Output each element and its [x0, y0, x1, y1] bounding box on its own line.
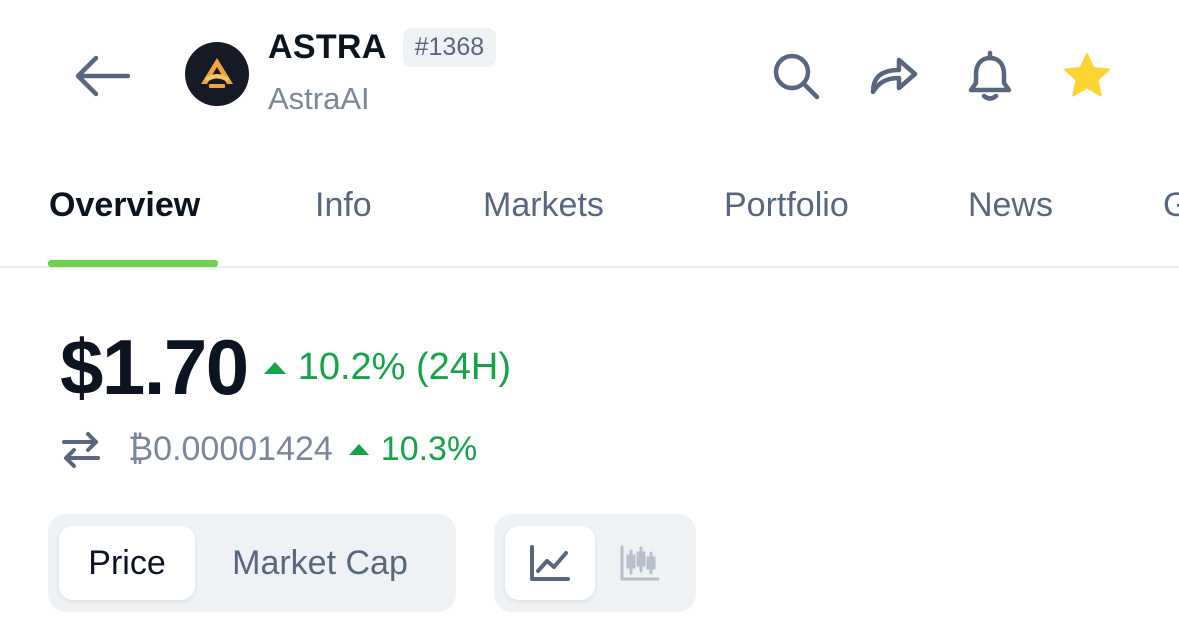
tab-info[interactable]: Info — [315, 186, 372, 225]
btc-change-value: 10.3% — [380, 429, 478, 468]
metric-toggle: Price Market Cap — [48, 514, 456, 612]
bell-icon — [968, 50, 1012, 101]
price-btc: ₿0.00001424 — [128, 429, 333, 468]
header-actions — [768, 48, 1115, 104]
tab-overview[interactable]: Overview — [49, 186, 200, 225]
line-chart-button[interactable] — [505, 526, 595, 600]
caret-up-icon — [348, 443, 369, 455]
coin-detail-page: ASTRA #1368 AstraAI Overview Info Market… — [0, 0, 1179, 643]
chart-type-toggle — [494, 514, 696, 612]
price-change-24h: 10.2% (24H) — [263, 346, 512, 389]
price-usd: $1.70 — [60, 323, 249, 411]
coin-name: AstraAI — [268, 81, 370, 116]
coin-title: ASTRA #1368 AstraAI — [268, 28, 497, 117]
tab-news[interactable]: News — [968, 186, 1053, 225]
caret-up-icon — [263, 361, 286, 374]
candlestick-chart-button[interactable] — [595, 526, 685, 600]
alert-button[interactable] — [962, 48, 1018, 104]
share-icon — [870, 57, 918, 95]
btc-change: 10.3% — [348, 429, 478, 469]
coin-symbol: ASTRA — [268, 28, 387, 66]
price-toggle-button[interactable]: Price — [59, 526, 195, 600]
coin-logo — [185, 42, 249, 106]
price-row: $1.70 10.2% (24H) — [60, 322, 511, 413]
line-chart-icon — [530, 545, 570, 581]
back-button[interactable] — [70, 48, 134, 104]
tab-partial[interactable]: G — [1163, 186, 1179, 225]
swap-arrows-icon[interactable] — [60, 428, 102, 470]
price-change-value: 10.2% (24H) — [297, 346, 512, 388]
tab-markets[interactable]: Markets — [483, 186, 604, 225]
tab-portfolio[interactable]: Portfolio — [724, 186, 849, 225]
active-tab-indicator — [48, 260, 218, 267]
arrow-left-icon — [75, 55, 131, 97]
market-cap-toggle-button[interactable]: Market Cap — [195, 526, 445, 600]
btc-price-row: ₿0.00001424 10.3% — [60, 428, 477, 470]
star-icon — [1064, 53, 1110, 97]
search-button[interactable] — [768, 48, 824, 104]
share-button[interactable] — [865, 48, 921, 104]
rank-badge: #1368 — [402, 28, 497, 67]
watchlist-button[interactable] — [1059, 48, 1115, 104]
tab-bar: Overview Info Markets Portfolio News G — [0, 176, 1179, 268]
candlestick-icon — [620, 545, 660, 581]
search-icon — [773, 53, 820, 100]
